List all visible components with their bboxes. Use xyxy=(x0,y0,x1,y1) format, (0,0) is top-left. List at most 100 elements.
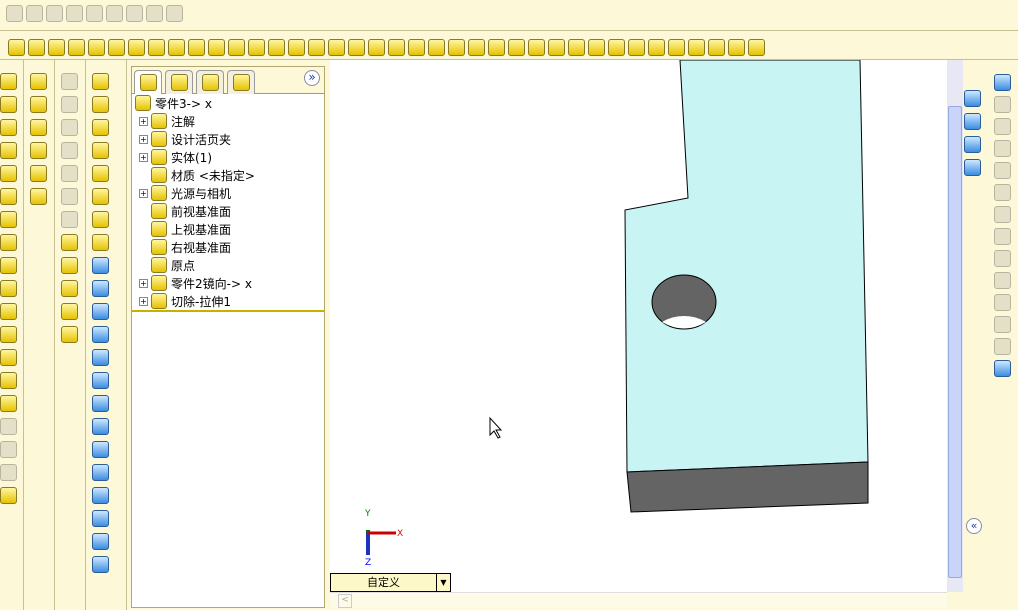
rebuild-icon[interactable] xyxy=(146,5,163,22)
tool-icon[interactable] xyxy=(964,113,981,130)
tool-icon[interactable] xyxy=(92,418,109,435)
expand-icon[interactable]: + xyxy=(139,278,148,288)
tool-icon[interactable] xyxy=(0,372,17,389)
shell-icon[interactable] xyxy=(208,38,225,56)
sweep-icon[interactable] xyxy=(128,38,145,56)
undo-icon[interactable] xyxy=(86,5,103,22)
tool-icon[interactable] xyxy=(0,165,17,182)
expand-icon[interactable]: + xyxy=(139,116,148,126)
tool-icon[interactable] xyxy=(61,142,78,159)
chevron-down-icon[interactable]: ▼ xyxy=(436,574,450,591)
tool-icon[interactable] xyxy=(92,326,109,343)
tool-icon[interactable] xyxy=(0,280,17,297)
tool-icon[interactable] xyxy=(994,96,1011,113)
plane-icon[interactable] xyxy=(408,38,425,56)
dimension-icon[interactable] xyxy=(28,38,45,56)
view-orient-icon[interactable] xyxy=(8,38,25,56)
tool-icon[interactable] xyxy=(61,188,78,205)
tool-icon[interactable] xyxy=(30,119,47,136)
tool-icon[interactable] xyxy=(92,464,109,481)
tool-icon[interactable] xyxy=(0,418,17,435)
tool-icon[interactable] xyxy=(61,73,78,90)
tool-icon[interactable] xyxy=(0,326,17,343)
tool-icon[interactable] xyxy=(92,349,109,366)
print-icon[interactable] xyxy=(66,5,83,22)
expand-icon[interactable]: + xyxy=(139,188,148,198)
tool-icon[interactable] xyxy=(92,280,109,297)
tool-icon[interactable] xyxy=(61,280,78,297)
tool-icon[interactable] xyxy=(30,188,47,205)
tree-item[interactable]: + 零件2镜向-> x xyxy=(132,274,324,292)
collapse-button[interactable]: « xyxy=(966,518,982,534)
chamfer-icon[interactable] xyxy=(188,38,205,56)
tool-icon[interactable] xyxy=(92,119,109,136)
tool-icon[interactable] xyxy=(61,234,78,251)
point-icon[interactable] xyxy=(448,38,465,56)
hide-icon[interactable] xyxy=(608,38,625,56)
revolve-icon[interactable] xyxy=(108,38,125,56)
horizontal-scrollbar[interactable]: < xyxy=(330,592,947,608)
hole-icon[interactable] xyxy=(268,38,285,56)
tool-icon[interactable] xyxy=(92,234,109,251)
tool-icon[interactable] xyxy=(61,119,78,136)
tree-item[interactable]: + 设计活页夹 xyxy=(132,130,324,148)
tool-icon[interactable] xyxy=(61,326,78,343)
scroll-thumb[interactable] xyxy=(948,106,962,578)
tool-icon[interactable] xyxy=(92,165,109,182)
tool-icon[interactable] xyxy=(30,73,47,90)
tool-icon[interactable] xyxy=(0,441,17,458)
redo-icon[interactable] xyxy=(106,5,123,22)
tree-item[interactable]: + 切除-拉伸1 xyxy=(132,292,324,310)
draft-icon[interactable] xyxy=(248,38,265,56)
configuration-manager-tab[interactable] xyxy=(196,70,224,94)
property-manager-tab[interactable] xyxy=(165,70,193,94)
tool-icon[interactable] xyxy=(994,316,1011,333)
smart-icon[interactable] xyxy=(48,38,65,56)
more-icon[interactable] xyxy=(748,38,765,56)
tool-icon[interactable] xyxy=(92,372,109,389)
dome-icon[interactable] xyxy=(308,38,325,56)
show-icon[interactable] xyxy=(628,38,645,56)
tool-icon[interactable] xyxy=(92,487,109,504)
display-manager-tab[interactable] xyxy=(227,70,255,94)
tool-icon[interactable] xyxy=(0,464,17,481)
tree-item[interactable]: + 注解 xyxy=(132,112,324,130)
tool-icon[interactable] xyxy=(0,73,17,90)
tool-icon[interactable] xyxy=(92,211,109,228)
mirror-icon[interactable] xyxy=(348,38,365,56)
tool-icon[interactable] xyxy=(92,142,109,159)
expand-icon[interactable]: + xyxy=(139,152,148,162)
tool-icon[interactable] xyxy=(92,303,109,320)
new-icon[interactable] xyxy=(6,5,23,22)
split-icon[interactable] xyxy=(508,38,525,56)
tree-item[interactable]: 原点 xyxy=(132,256,324,274)
tool-icon[interactable] xyxy=(92,441,109,458)
pattern-icon[interactable] xyxy=(328,38,345,56)
scale-icon[interactable] xyxy=(288,38,305,56)
tool-icon[interactable] xyxy=(994,294,1011,311)
wireframe-icon[interactable] xyxy=(728,38,745,56)
tool-icon[interactable] xyxy=(92,73,109,90)
tool-icon[interactable] xyxy=(994,184,1011,201)
section-icon[interactable] xyxy=(548,38,565,56)
tool-icon[interactable] xyxy=(92,188,109,205)
tool-icon[interactable] xyxy=(0,303,17,320)
tool-icon[interactable] xyxy=(964,90,981,107)
tool-icon[interactable] xyxy=(92,533,109,550)
tool-icon[interactable] xyxy=(61,257,78,274)
intersect-icon[interactable] xyxy=(528,38,545,56)
zoom-icon[interactable] xyxy=(648,38,665,56)
tool-icon[interactable] xyxy=(0,96,17,113)
view-orientation-select[interactable]: 自定义 ▼ xyxy=(330,573,451,592)
loft-icon[interactable] xyxy=(148,38,165,56)
move-icon[interactable] xyxy=(468,38,485,56)
tool-icon[interactable] xyxy=(61,96,78,113)
rib-icon[interactable] xyxy=(228,38,245,56)
shade-icon[interactable] xyxy=(708,38,725,56)
sketch-icon[interactable] xyxy=(68,38,85,56)
feature-manager-tab[interactable] xyxy=(134,70,162,94)
tool-icon[interactable] xyxy=(61,303,78,320)
tree-item[interactable]: 上视基准面 xyxy=(132,220,324,238)
tool-icon[interactable] xyxy=(994,206,1011,223)
save-icon[interactable] xyxy=(46,5,63,22)
